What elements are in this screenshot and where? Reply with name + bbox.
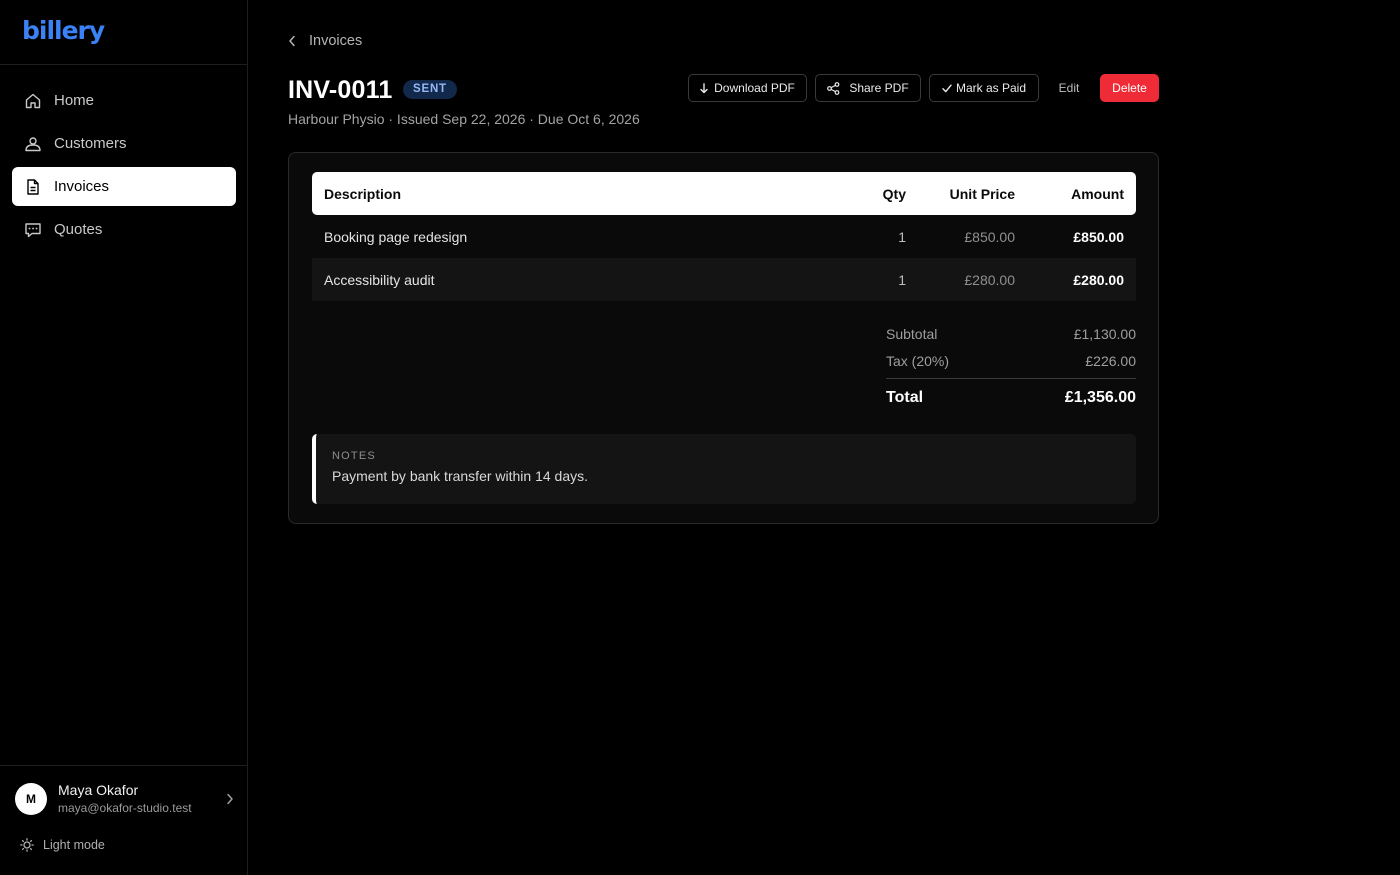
mark-paid-button[interactable]: Mark as Paid bbox=[929, 74, 1039, 102]
column-header-qty: Qty bbox=[882, 185, 906, 202]
totals-summary: Subtotal £1,130.00 Tax (20%) £226.00 Tot… bbox=[886, 320, 1136, 417]
arrow-down-icon bbox=[700, 82, 708, 94]
back-link-label: Invoices bbox=[309, 33, 363, 49]
line-amount: £850.00 bbox=[1073, 228, 1124, 245]
total-label: Total bbox=[886, 389, 924, 406]
home-icon bbox=[24, 92, 42, 110]
sidebar-item-invoices[interactable]: Invoices bbox=[12, 167, 236, 206]
line-qty: 1 bbox=[898, 228, 906, 245]
user-email: maya@okafor-studio.test bbox=[58, 801, 192, 815]
table-row: Booking page redesign 1 £850.00 £850.00 bbox=[312, 215, 1136, 258]
status-badge: SENT bbox=[403, 80, 457, 99]
share-pdf-button[interactable]: Share PDF bbox=[815, 74, 921, 102]
user-name: Maya Okafor bbox=[58, 782, 139, 798]
user-info: Maya Okafor maya@okafor-studio.test bbox=[58, 782, 225, 816]
sidebar-item-home[interactable]: Home bbox=[12, 81, 236, 120]
line-unit-price: £280.00 bbox=[964, 271, 1015, 288]
tax-value: £226.00 bbox=[1085, 352, 1136, 369]
column-header-description: Description bbox=[324, 185, 402, 202]
document-icon bbox=[24, 178, 42, 196]
notes-text: Payment by bank transfer within 14 days. bbox=[332, 468, 589, 484]
invoice-meta: Harbour Physio · Issued Sep 22, 2026 · D… bbox=[288, 111, 640, 127]
page-title: INV-0011 bbox=[288, 76, 393, 104]
theme-toggle[interactable]: Light mode bbox=[20, 837, 105, 853]
mark-paid-label: Mark as Paid bbox=[955, 81, 1027, 95]
sidebar-divider bbox=[0, 765, 248, 766]
total-row: Total £1,356.00 bbox=[886, 379, 1136, 417]
chevron-right-icon bbox=[225, 793, 235, 805]
sidebar-divider bbox=[0, 64, 248, 65]
users-icon bbox=[24, 135, 42, 153]
download-pdf-button[interactable]: Download PDF bbox=[688, 74, 807, 102]
total-value: £1,356.00 bbox=[1064, 389, 1136, 406]
chevron-left-icon bbox=[288, 34, 300, 48]
subtotal-row: Subtotal £1,130.00 bbox=[886, 320, 1136, 347]
line-unit-price: £850.00 bbox=[964, 228, 1015, 245]
sidebar-nav: Home Customers Invoices Quotes bbox=[12, 81, 236, 253]
line-description: Booking page redesign bbox=[324, 228, 468, 245]
subtotal-value: £1,130.00 bbox=[1073, 325, 1136, 342]
tax-row: Tax (20%) £226.00 bbox=[886, 347, 1136, 374]
line-qty: 1 bbox=[898, 271, 906, 288]
column-header-unit-price: Unit Price bbox=[949, 185, 1015, 202]
back-link[interactable]: Invoices bbox=[288, 31, 362, 51]
table-row: Accessibility audit 1 £280.00 £280.00 bbox=[312, 258, 1136, 301]
edit-button[interactable]: Edit bbox=[1044, 74, 1094, 102]
line-description: Accessibility audit bbox=[324, 271, 435, 288]
theme-toggle-label: Light mode bbox=[43, 838, 105, 852]
line-amount: £280.00 bbox=[1073, 271, 1124, 288]
brand-logo[interactable]: billery bbox=[22, 14, 105, 48]
share-pdf-label: Share PDF bbox=[849, 81, 909, 95]
sidebar-item-label: Home bbox=[54, 92, 95, 109]
chat-icon bbox=[24, 221, 42, 239]
tax-label: Tax (20%) bbox=[886, 352, 950, 369]
sun-icon bbox=[20, 838, 34, 852]
invoice-card: Description Qty Unit Price Amount Bookin… bbox=[288, 152, 1159, 524]
table-header: Description Qty Unit Price Amount bbox=[312, 172, 1136, 215]
notes-label: NOTES bbox=[332, 450, 376, 462]
sidebar-item-label: Invoices bbox=[54, 178, 110, 195]
sidebar-item-label: Customers bbox=[54, 135, 127, 152]
notes-block: NOTES Payment by bank transfer within 14… bbox=[312, 434, 1136, 504]
download-pdf-label: Download PDF bbox=[714, 81, 795, 95]
user-menu[interactable]: M Maya Okafor maya@okafor-studio.test bbox=[15, 782, 235, 816]
share-icon bbox=[827, 81, 840, 95]
sidebar-item-customers[interactable]: Customers bbox=[12, 124, 236, 163]
sidebar: billery Home Customers Invoices Quotes M… bbox=[0, 0, 248, 875]
check-icon bbox=[942, 84, 952, 93]
delete-button[interactable]: Delete bbox=[1100, 74, 1159, 102]
subtotal-label: Subtotal bbox=[886, 325, 938, 342]
column-header-amount: Amount bbox=[1071, 185, 1124, 202]
brand-name: billery bbox=[22, 16, 105, 45]
avatar: M bbox=[15, 783, 47, 815]
sidebar-item-label: Quotes bbox=[54, 221, 103, 238]
sidebar-item-quotes[interactable]: Quotes bbox=[12, 210, 236, 249]
